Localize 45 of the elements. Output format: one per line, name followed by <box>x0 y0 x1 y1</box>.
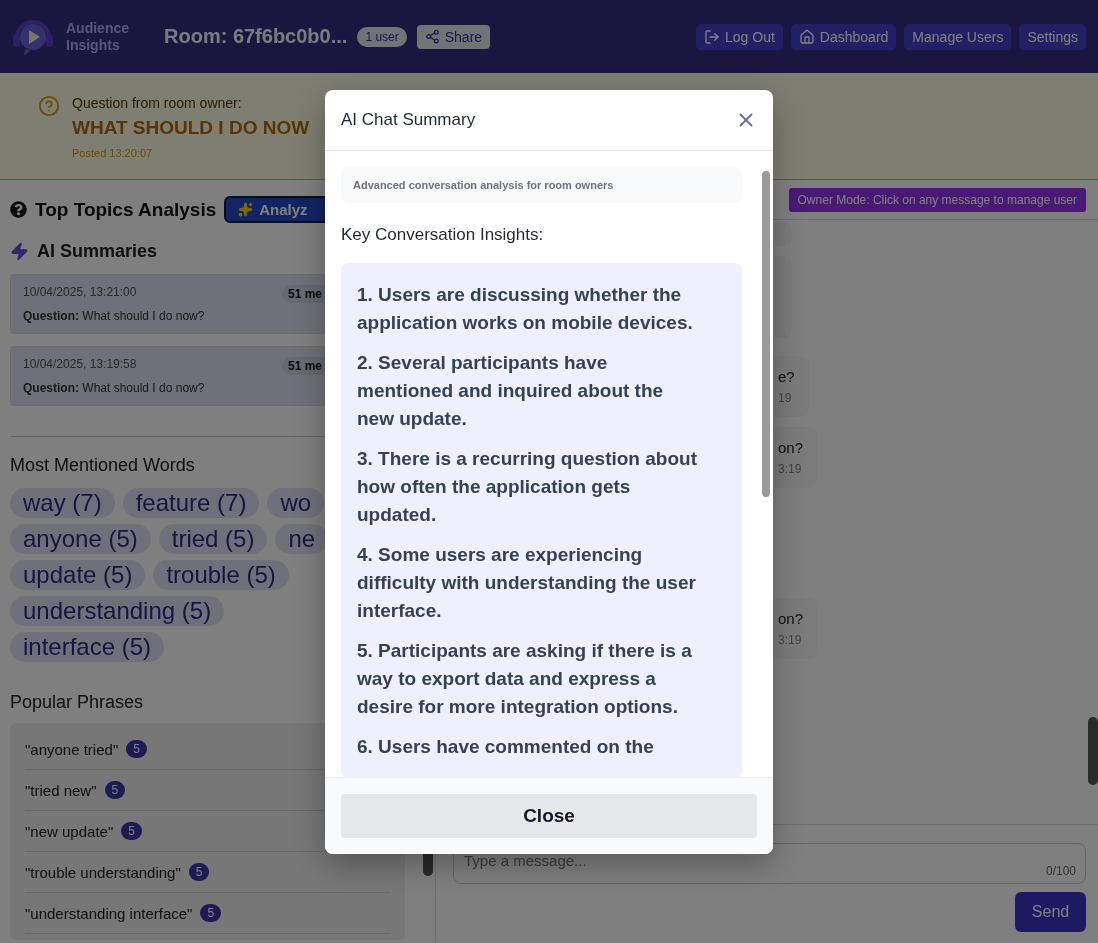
phrase-text: "tried new" <box>25 781 97 799</box>
word-chip: understanding (5) <box>10 596 225 626</box>
section-title: Popular Phrases <box>10 692 144 713</box>
character-counter: 0/100 <box>1045 864 1076 878</box>
insights-heading: Key Conversation Insights: <box>341 224 545 245</box>
word-chip: feature (7) <box>122 488 260 518</box>
insight-text: 6. Users have commented on the <box>357 734 655 759</box>
room-title: Room: 67f6bc0b0... <box>164 25 348 48</box>
phrase-text: "anyone tried" <box>25 740 119 758</box>
phrase-count: 5 <box>188 863 210 881</box>
question-label: Question from room owner: <box>72 95 243 111</box>
message-text: on? <box>778 610 804 627</box>
user-count-badge: 1 user <box>357 26 407 47</box>
section-title: Top Topics Analysis <box>35 198 217 221</box>
phrase-count: 5 <box>121 822 142 840</box>
insight-text: 5. Participants are asking if there is a way to export data and express a desire for more integration options. <box>357 638 693 719</box>
dialog-note: Advanced conversation analysis for room owners <box>341 166 742 203</box>
owner-mode-badge: Owner Mode: Click on any message to manage user <box>788 187 1086 212</box>
message-text: on? <box>778 439 804 456</box>
phrase-count: 5 <box>126 740 147 758</box>
insight-text: 4. Some users are experiencing difficulty with understanding the user interface. <box>357 542 697 623</box>
summary-date: 10/04/2025, 13:21:00 <box>23 285 138 301</box>
phrase-text: "understanding interface" <box>25 904 193 922</box>
phrase-text: "new update" <box>25 822 114 840</box>
word-chip: update (5) <box>10 560 146 590</box>
word-chip: tried (5) <box>158 524 268 554</box>
summary-question: Question: What should I do now? <box>23 309 205 323</box>
insight-text: 3. There is a recurring question about how often the application gets updated. <box>357 446 698 527</box>
question-text: WHAT SHOULD I DO NOW <box>72 117 310 139</box>
logo-text: Audience Insights <box>66 19 130 54</box>
phrase-count: 5 <box>104 781 126 799</box>
phrase-text: "trouble understanding" <box>25 863 181 881</box>
summary-date: 10/04/2025, 13:19:58 <box>23 357 138 373</box>
word-chip: interface (5) <box>10 632 165 662</box>
posted-time: Posted 13:20:07 <box>72 147 154 159</box>
word-chip: anyone (5) <box>10 524 151 554</box>
dialog-title: AI Chat Summary <box>341 109 476 130</box>
word-chip: trouble (5) <box>153 560 289 590</box>
word-chip: wo <box>267 488 325 518</box>
word-chip: way (7) <box>10 488 115 518</box>
section-title: AI Summaries <box>37 241 158 262</box>
phrase-count: 5 <box>200 904 222 922</box>
message-text: e? <box>778 368 795 385</box>
section-title: Most Mentioned Words <box>10 455 195 476</box>
summary-question: Question: What should I do now? <box>23 381 205 395</box>
